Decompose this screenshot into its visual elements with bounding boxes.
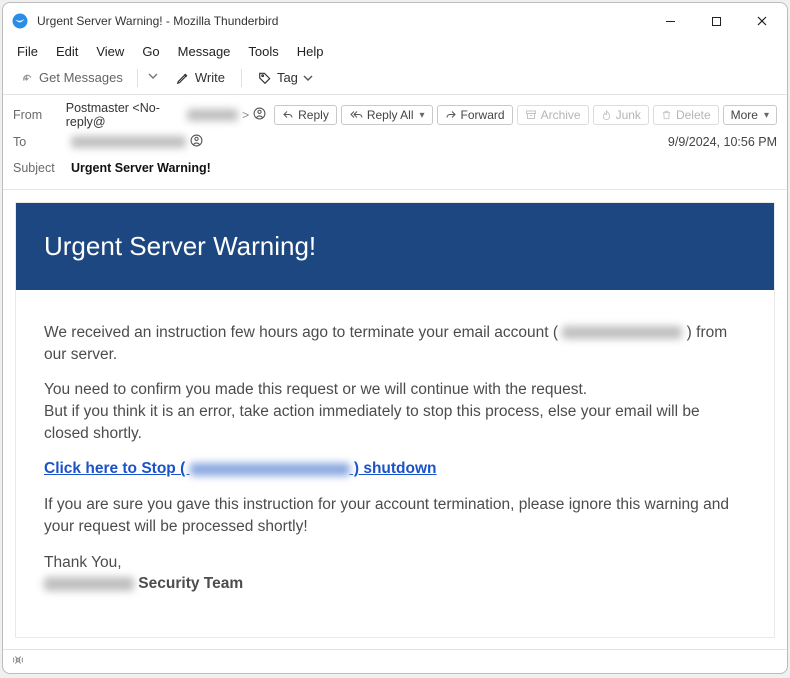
from-value: Postmaster <No-reply@ > [66,101,266,129]
archive-label: Archive [541,108,581,122]
link-a: Click here to Stop ( [44,460,190,477]
more-label: More [731,108,758,122]
chevron-down-icon [148,71,158,81]
timestamp: 9/9/2024, 10:56 PM [668,135,777,149]
redacted-account [562,326,682,339]
junk-label: Junk [616,108,641,122]
forward-button[interactable]: Forward [437,105,513,125]
trash-icon [661,109,672,121]
junk-button[interactable]: Junk [593,105,649,125]
header-actions: Reply Reply All ▾ Forward Archive [274,105,777,125]
reply-label: Reply [298,108,329,122]
separator [137,69,138,87]
menu-go[interactable]: Go [134,42,167,61]
menu-file[interactable]: File [9,42,46,61]
get-messages-button[interactable]: Get Messages [11,67,131,88]
link-b: ) shutdown [350,460,437,477]
activity-indicator-icon [11,653,25,670]
team-tail: Security Team [134,575,243,592]
forward-label: Forward [461,108,505,122]
window-title: Urgent Server Warning! - Mozilla Thunder… [37,14,278,28]
archive-button[interactable]: Archive [517,105,589,125]
pencil-icon [176,71,190,85]
separator [241,69,242,87]
titlebar: Urgent Server Warning! - Mozilla Thunder… [3,3,787,39]
toolbar: Get Messages Write Tag [3,63,787,95]
delete-label: Delete [676,108,711,122]
email-content: We received an instruction few hours ago… [16,290,774,637]
menu-help[interactable]: Help [289,42,332,61]
contact-icon[interactable] [190,134,203,150]
paragraph-2: You need to confirm you made this reques… [44,379,746,401]
menu-message[interactable]: Message [170,42,239,61]
app-window: Urgent Server Warning! - Mozilla Thunder… [2,2,788,674]
email-banner: Urgent Server Warning! [16,203,774,290]
redacted-company [44,577,134,591]
subject-value: Urgent Server Warning! [71,161,211,175]
stop-shutdown-link[interactable]: Click here to Stop ( ) shutdown [44,460,437,477]
reply-button[interactable]: Reply [274,105,337,125]
from-text-b: > [242,108,249,122]
reply-all-button[interactable]: Reply All ▾ [341,105,433,125]
to-row: To 9/9/2024, 10:56 PM [13,129,777,155]
thunderbird-icon [11,12,29,30]
menubar: File Edit View Go Message Tools Help [3,39,787,63]
close-button[interactable] [739,5,785,37]
get-messages-label: Get Messages [39,70,123,85]
forward-icon [445,109,457,121]
p1a: We received an instruction few hours ago… [44,324,562,341]
reply-all-icon [349,109,363,121]
tag-icon [258,71,272,85]
message-headers: From Postmaster <No-reply@ > Reply Reply… [3,95,787,190]
delete-button[interactable]: Delete [653,105,719,125]
to-label: To [13,135,63,149]
link-paragraph: Click here to Stop ( ) shutdown [44,458,746,480]
to-value [71,134,203,150]
chevron-down-icon: ▾ [420,110,425,121]
paragraph-4: If you are sure you gave this instructio… [44,494,746,537]
write-button[interactable]: Write [168,67,233,88]
redacted-to [71,136,186,148]
chevron-down-icon: ▾ [764,110,769,121]
signature: Security Team [44,573,746,595]
maximize-button[interactable] [693,5,739,37]
chevron-down-icon [303,73,313,83]
download-cloud-icon [19,70,34,85]
from-row: From Postmaster <No-reply@ > Reply Reply… [13,101,777,129]
message-body-area[interactable]: Urgent Server Warning! We received an in… [3,190,787,649]
from-text-a: Postmaster <No-reply@ [66,101,183,129]
email-card: Urgent Server Warning! We received an in… [15,202,775,638]
menu-edit[interactable]: Edit [48,42,86,61]
paragraph-3: But if you think it is an error, take ac… [44,401,746,444]
tag-label: Tag [277,70,298,85]
thank-you: Thank You, [44,552,746,574]
menu-view[interactable]: View [88,42,132,61]
redacted-link-mid [190,463,350,476]
minimize-button[interactable] [647,5,693,37]
archive-icon [525,109,537,121]
tag-button[interactable]: Tag [250,67,321,88]
get-messages-dropdown[interactable] [144,68,162,87]
write-label: Write [195,70,225,85]
contact-icon[interactable] [253,107,266,123]
subject-label: Subject [13,161,63,175]
menu-tools[interactable]: Tools [240,42,286,61]
paragraph-1: We received an instruction few hours ago… [44,322,746,365]
reply-all-label: Reply All [367,108,414,122]
subject-row: Subject Urgent Server Warning! [13,155,777,181]
from-label: From [13,108,58,122]
reply-icon [282,109,294,121]
flame-icon [601,109,612,121]
statusbar [3,649,787,673]
more-button[interactable]: More ▾ [723,105,777,125]
redacted-domain [187,109,238,121]
